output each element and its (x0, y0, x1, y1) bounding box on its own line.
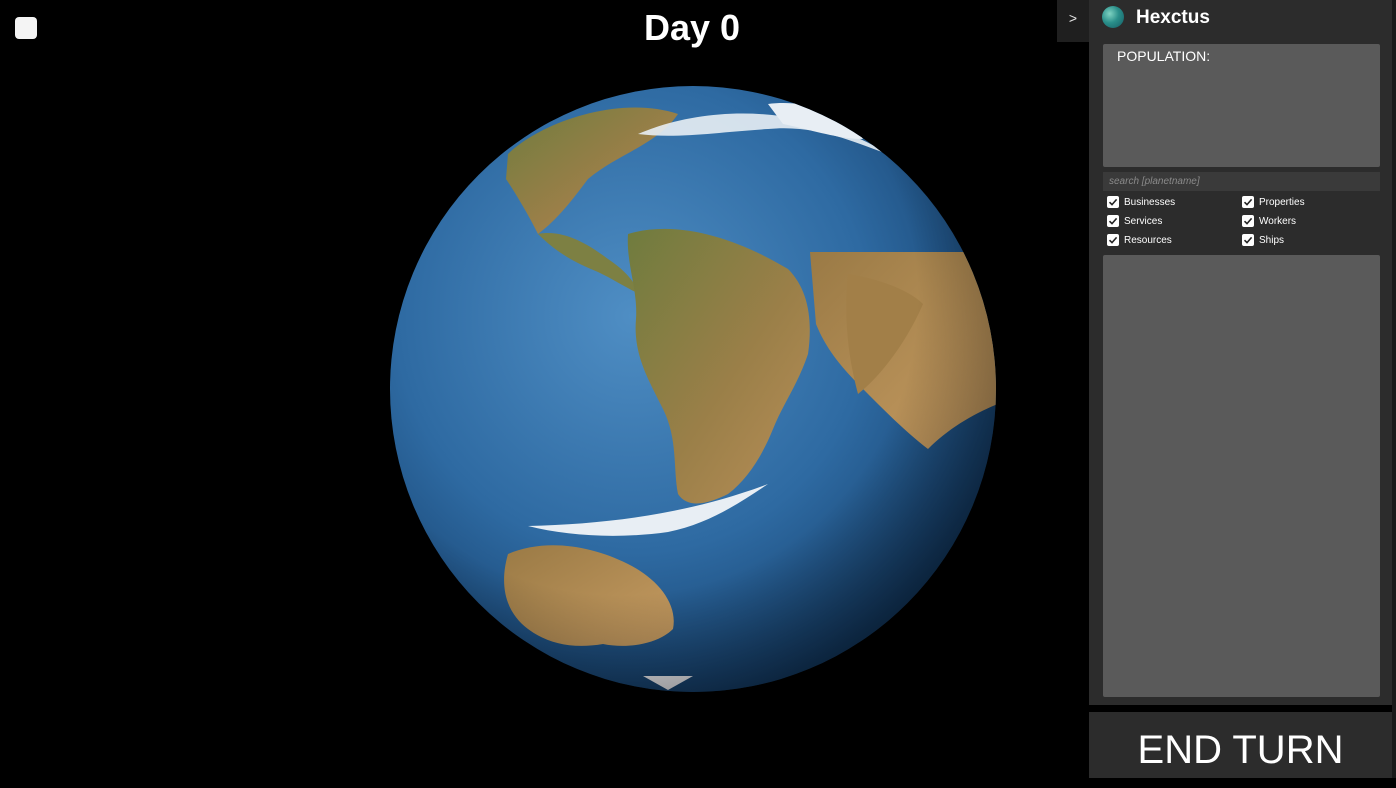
filter-businesses[interactable]: Businesses (1107, 194, 1175, 210)
filter-label: Ships (1259, 234, 1285, 246)
checkbox-checked-icon[interactable] (1107, 234, 1119, 246)
checkbox-checked-icon[interactable] (1107, 215, 1119, 227)
planet-icon (1102, 6, 1124, 28)
filter-resources[interactable]: Resources (1107, 232, 1172, 248)
filter-services[interactable]: Services (1107, 213, 1162, 229)
filter-label: Workers (1259, 215, 1297, 227)
globe-svg[interactable] (388, 84, 998, 694)
filter-label: Properties (1259, 196, 1305, 208)
population-label: POPULATION: (1117, 48, 1211, 64)
menu-button[interactable] (15, 17, 37, 39)
filter-workers[interactable]: Workers (1242, 213, 1296, 229)
globe-shading (390, 86, 996, 692)
game-canvas[interactable]: Day 0 > Hexctus POPULATION: search [plan… (0, 0, 1396, 778)
end-turn-button[interactable]: END TURN (1089, 712, 1392, 778)
checkbox-checked-icon[interactable] (1107, 196, 1119, 208)
checkbox-checked-icon[interactable] (1242, 196, 1254, 208)
info-panel: Hexctus POPULATION: Businesses Propertie… (1089, 0, 1392, 705)
day-counter: Day 0 (643, 7, 741, 48)
filter-ships[interactable]: Ships (1242, 232, 1284, 248)
planet-name: Hexctus (1136, 7, 1210, 28)
filter-label: Services (1124, 215, 1163, 227)
panel-header: Hexctus (1089, 0, 1392, 40)
collapse-panel-button[interactable]: > (1057, 0, 1089, 42)
filter-label: Businesses (1124, 196, 1176, 208)
results-list[interactable] (1103, 255, 1380, 697)
search-input[interactable] (1103, 172, 1380, 191)
filter-properties[interactable]: Properties (1242, 194, 1305, 210)
filter-label: Resources (1124, 234, 1172, 246)
population-box: POPULATION: (1103, 44, 1380, 167)
checkbox-checked-icon[interactable] (1242, 234, 1254, 246)
window-edge (1392, 0, 1396, 778)
checkbox-checked-icon[interactable] (1242, 215, 1254, 227)
planet-globe[interactable] (388, 84, 998, 694)
